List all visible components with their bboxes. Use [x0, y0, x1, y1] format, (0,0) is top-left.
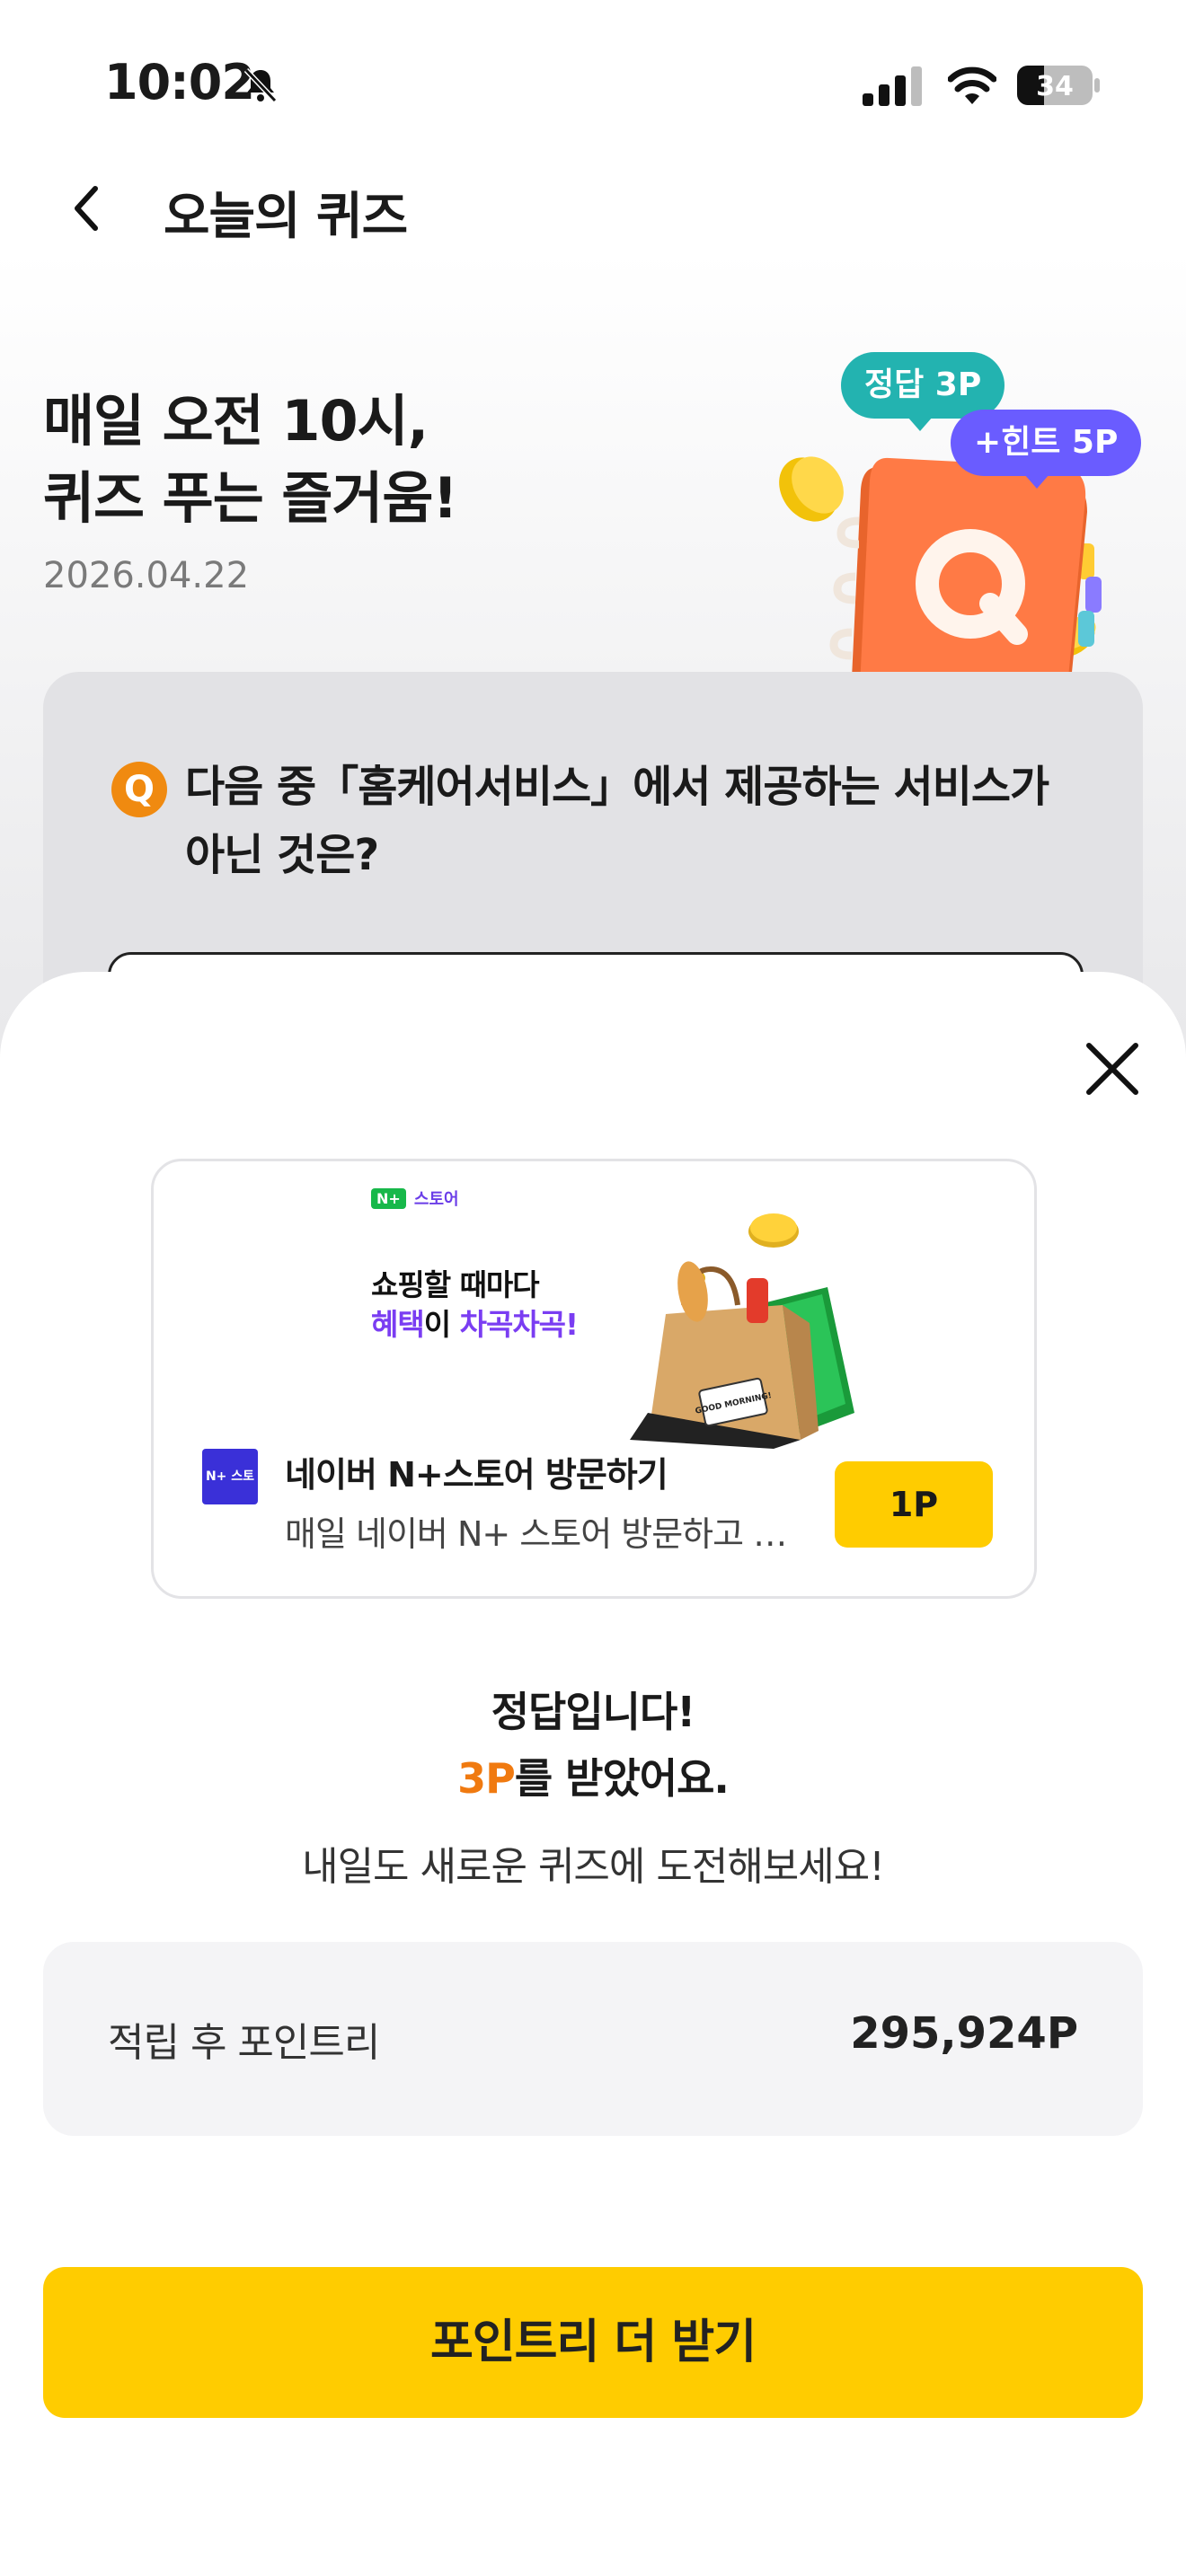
ad-reward-button[interactable]: 1P: [835, 1461, 993, 1548]
chevron-left-icon: [75, 186, 98, 231]
get-more-points-button[interactable]: 포인트리 더 받기: [43, 2267, 1143, 2418]
cellular-signal-icon: [863, 66, 922, 106]
hero-title-line-2: 퀴즈 푸는 즐거움!: [43, 465, 458, 531]
wifi-icon: [948, 66, 996, 104]
bell-muted-icon: [243, 67, 278, 103]
hint-points-badge: +힌트 5P: [951, 410, 1142, 489]
ad-headline-accent-2: 차곡차곡!: [459, 1307, 579, 1342]
ad-headline-particle: 이: [423, 1307, 460, 1342]
ad-brand: N+ 스토어: [371, 1187, 459, 1210]
ad-headline: 쇼핑할 때마다 혜택이 차곡차곡!: [371, 1228, 579, 1345]
hero-title: 매일 오전 10시, 퀴즈 푸는 즐거움!: [43, 383, 458, 537]
back-button[interactable]: [63, 176, 113, 241]
ad-headline-line-1: 쇼핑할 때마다: [371, 1267, 540, 1302]
battery-level: 34: [1036, 71, 1074, 102]
page-title: 오늘의 퀴즈: [164, 188, 408, 246]
close-icon: [1086, 1043, 1138, 1095]
ad-headline-accent-1: 혜택: [371, 1307, 425, 1342]
status-bar: 10:02 34: [0, 0, 1186, 171]
ad-title: 네이버 N+스토어 방문하기: [285, 1455, 668, 1495]
shopping-bag-illustration: GOOD MORNING!: [630, 1213, 854, 1449]
correct-answer-points-badge: 정답 3P: [841, 352, 1005, 431]
balance-label: 적립 후 포인트리: [108, 2020, 380, 2066]
close-button[interactable]: [1076, 1033, 1148, 1105]
points-balance-box: 적립 후 포인트리 295,924P: [43, 1942, 1143, 2136]
ad-headline-line-2: 혜택이 차곡차곡!: [371, 1305, 579, 1345]
question-text: 다음 중「홈케어서비스」에서 제공하는 서비스가 아닌 것은?: [185, 762, 1049, 880]
nplus-logo: N+: [371, 1187, 406, 1209]
result-points-text: 3P를 받았어요.: [0, 1746, 1186, 1805]
ad-card-nplus-store[interactable]: N+ 스토어 쇼핑할 때마다 혜택이 차곡차곡! GOOD MORNING! N…: [151, 1159, 1037, 1599]
quiz-date: 2026.04.22: [43, 555, 250, 596]
ad-brand-name: 스토어: [413, 1190, 459, 1209]
battery-icon: 34: [1017, 66, 1100, 105]
hero-title-line-1: 매일 오전 10시,: [43, 388, 429, 454]
ad-description: 매일 네이버 N+ 스토어 방문하고 포인트 받기: [285, 1514, 806, 1554]
nplus-store-logo: N+ 스토어: [202, 1449, 258, 1539]
result-points-value: 3P: [457, 1754, 516, 1803]
balance-value: 295,924P: [850, 2008, 1078, 2059]
result-points-suffix: 를 받았어요.: [514, 1754, 730, 1803]
result-encouragement: 내일도 새로운 퀴즈에 도전해보세요!: [302, 1844, 885, 1890]
result-correct-text: 정답입니다!: [491, 1688, 696, 1736]
status-time: 10:02: [104, 54, 255, 110]
question-q-icon: Q: [111, 762, 167, 817]
